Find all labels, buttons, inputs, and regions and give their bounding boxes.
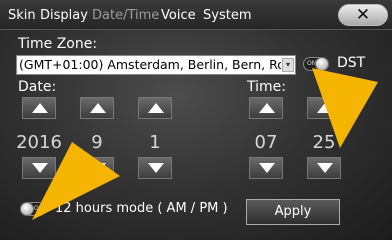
time-zone-select[interactable]: (GMT+01:00) Amsterdam, Berlin, Bern, Rom… <box>16 55 296 75</box>
arrow-up-icon <box>259 103 275 113</box>
month-up-button[interactable] <box>80 97 114 119</box>
year-up-button[interactable] <box>22 97 56 119</box>
time-zone-value: (GMT+01:00) Amsterdam, Berlin, Bern, Rom… <box>19 57 281 72</box>
time-zone-label: Time Zone: <box>18 36 98 52</box>
day-down-button[interactable] <box>138 157 172 179</box>
hour-down-button[interactable] <box>249 157 283 179</box>
arrow-down-icon <box>259 163 275 173</box>
close-button[interactable]: ✕ <box>338 4 388 26</box>
arrow-down-icon <box>317 163 333 173</box>
tab-display[interactable]: Display <box>40 8 88 23</box>
arrow-up-icon <box>90 103 106 113</box>
arrow-down-icon <box>148 163 164 173</box>
day-up-button[interactable] <box>138 97 172 119</box>
day-value: 1 <box>149 132 161 153</box>
tab-voice[interactable]: Voice <box>161 8 196 23</box>
tab-system[interactable]: System <box>203 8 251 23</box>
apply-button[interactable]: Apply <box>246 199 340 225</box>
pointer-arrow-icon <box>312 68 378 148</box>
tab-bar: Skin Display Date/Time Voice System ✕ <box>0 0 392 30</box>
time-label: Time: <box>247 79 286 95</box>
arrow-up-icon <box>32 103 48 113</box>
tab-date-time[interactable]: Date/Time <box>92 8 159 23</box>
hour-value: 07 <box>254 132 278 153</box>
arrow-up-icon <box>148 103 164 113</box>
hour-up-button[interactable] <box>249 97 283 119</box>
tab-skin[interactable]: Skin <box>8 8 36 23</box>
settings-screen: Skin Display Date/Time Voice System ✕ Ti… <box>0 0 392 240</box>
minute-down-button[interactable] <box>307 157 341 179</box>
date-label: Date: <box>18 79 57 95</box>
close-icon: ✕ <box>355 5 371 25</box>
pointer-arrow-icon <box>32 142 120 220</box>
dropdown-arrow-icon[interactable]: ▾ <box>282 58 294 72</box>
